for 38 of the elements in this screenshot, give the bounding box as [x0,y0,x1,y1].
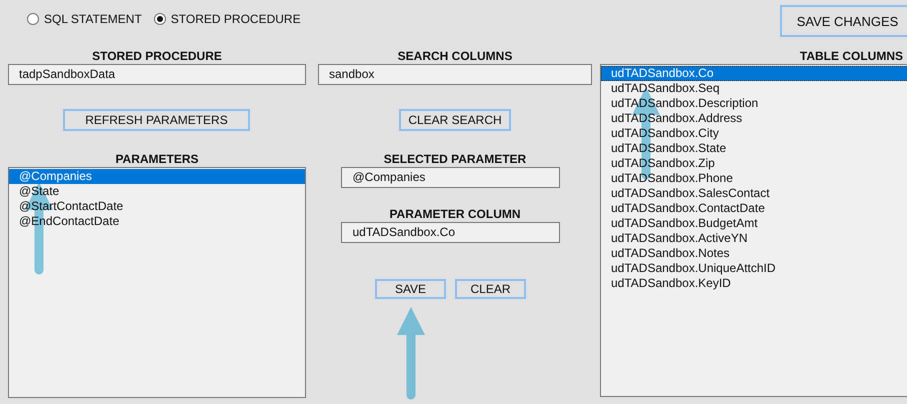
column-item[interactable]: udTADSandbox.SalesContact [601,186,907,201]
search-field[interactable]: sandbox [318,64,592,85]
column-item[interactable]: udTADSandbox.ContactDate [601,201,907,216]
radio-label[interactable]: SQL STATEMENT [44,12,142,26]
column-item[interactable]: udTADSandbox.Description [601,96,907,111]
column-item[interactable]: udTADSandbox.Seq [601,81,907,96]
radio-button[interactable] [27,13,39,25]
column-item[interactable]: udTADSandbox.ActiveYN [601,231,907,246]
parameter-column-field[interactable]: udTADSandbox.Co [340,222,560,243]
save-changes-button[interactable]: SAVE CHANGES [780,5,907,37]
column-item[interactable]: udTADSandbox.Zip [601,156,907,171]
selected-parameter-field[interactable]: @Companies [340,167,560,188]
parameter-item[interactable]: @Companies [9,169,305,184]
stored-procedure-field[interactable]: tadpSandboxData [8,64,306,85]
section-label: STORED PROCEDURE [91,48,223,64]
column-item[interactable]: udTADSandbox.Address [601,111,907,126]
column-item[interactable]: udTADSandbox.State [601,141,907,156]
column-item[interactable]: udTADSandbox.Co [601,66,907,81]
section-label: TABLE COLUMNS [798,48,904,64]
save-button[interactable]: SAVE [375,279,446,299]
parameter-item[interactable]: @EndContactDate [9,214,305,229]
radio-label[interactable]: STORED PROCEDURE [170,12,301,26]
section-label: SEARCH COLUMNS [396,48,514,64]
clear-search-button[interactable]: CLEAR SEARCH [399,109,511,131]
clear-button[interactable]: CLEAR [455,279,526,299]
column-item[interactable]: udTADSandbox.KeyID [601,276,907,291]
refresh-parameters-button[interactable]: REFRESH PARAMETERS [63,109,250,131]
parameter-item[interactable]: @State [9,184,305,199]
column-item[interactable]: udTADSandbox.Phone [601,171,907,186]
column-item[interactable]: udTADSandbox.City [601,126,907,141]
radio-button[interactable] [154,13,166,25]
column-item[interactable]: udTADSandbox.UniqueAttchID [601,261,907,276]
section-label: PARAMETERS [114,151,200,167]
section-label: SELECTED PARAMETER [382,151,528,167]
parameter-item[interactable]: @StartContactDate [9,199,305,214]
section-label: PARAMETER COLUMN [388,206,522,222]
column-item[interactable]: udTADSandbox.BudgetAmt [601,216,907,231]
column-item[interactable]: udTADSandbox.Notes [601,246,907,261]
